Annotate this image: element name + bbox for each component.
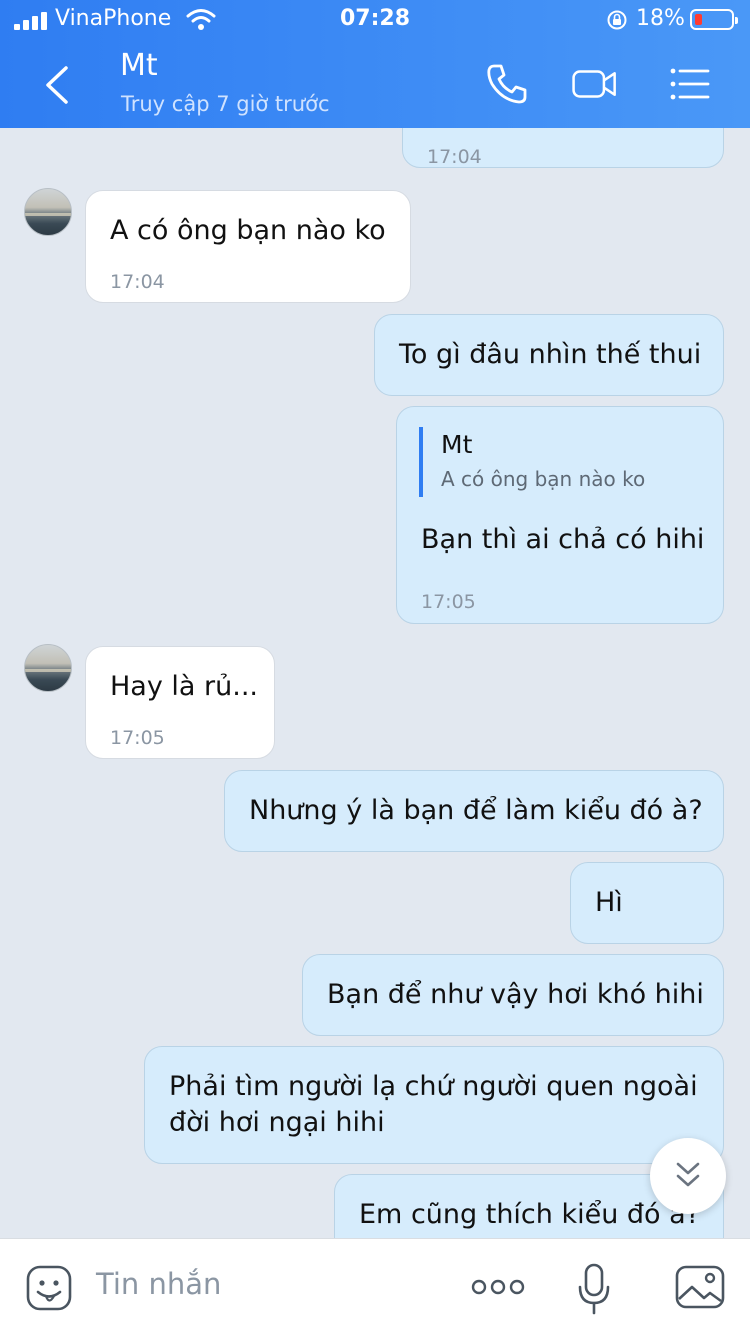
- message-text: Nhưng ý là bạn để làm kiểu đó à?: [249, 795, 703, 826]
- message-input[interactable]: Tin nhắn: [96, 1267, 221, 1301]
- message-text: A có ông bạn nào ko: [110, 215, 386, 246]
- message-bubble-outgoing[interactable]: To gì đâu nhìn thế thui: [374, 314, 724, 396]
- quoted-sender: Mt: [441, 430, 473, 459]
- message-list[interactable]: 17:04 A có ông bạn nào ko 17:04 To gì đâ…: [0, 128, 750, 1238]
- message-time: 17:04: [110, 271, 165, 293]
- message-text: Hì: [595, 887, 623, 918]
- microphone-icon[interactable]: [574, 1261, 614, 1317]
- more-icon[interactable]: [470, 1273, 526, 1301]
- avatar[interactable]: [24, 188, 72, 236]
- rotation-lock-icon: [607, 10, 627, 30]
- quoted-message[interactable]: Mt A có ông bạn nào ko: [419, 427, 645, 497]
- message-text: Bạn thì ai chả có hihi: [421, 524, 705, 555]
- message-time: 17:05: [421, 591, 476, 613]
- message-text: To gì đâu nhìn thế thui: [399, 339, 702, 370]
- message-text-line: đời hơi ngại hihi: [169, 1107, 385, 1138]
- message-bubble-outgoing[interactable]: Mt A có ông bạn nào ko Bạn thì ai chả có…: [396, 406, 724, 624]
- last-seen-status: Truy cập 7 giờ trước: [121, 92, 330, 116]
- message-text-line: Phải tìm người lạ chứ người quen ngoài: [169, 1071, 698, 1102]
- phone-icon[interactable]: [482, 60, 532, 108]
- menu-icon[interactable]: [666, 60, 716, 108]
- message-input-bar: Tin nhắn: [0, 1238, 750, 1334]
- video-icon[interactable]: [570, 60, 620, 108]
- chat-header: VinaPhone 07:28 18% Mt Truy cập 7 giờ tr…: [0, 0, 750, 128]
- battery-percent: 18%: [636, 6, 685, 31]
- message-time: 17:04: [427, 146, 482, 168]
- message-text: Hay là rủ...: [110, 671, 258, 702]
- image-icon[interactable]: [674, 1263, 726, 1311]
- message-text: Bạn để như vậy hơi khó hihi: [327, 979, 704, 1010]
- message-bubble-outgoing[interactable]: Bạn để như vậy hơi khó hihi: [302, 954, 724, 1036]
- back-icon[interactable]: [36, 60, 80, 110]
- chevron-double-down-icon: [676, 1162, 700, 1187]
- message-bubble-outgoing[interactable]: Hì: [570, 862, 724, 944]
- message-bubble-outgoing[interactable]: 17:04: [402, 128, 724, 168]
- message-bubble-incoming[interactable]: A có ông bạn nào ko 17:04: [85, 190, 411, 303]
- message-text: Em cũng thích kiểu đó à?: [359, 1199, 701, 1230]
- sticker-icon[interactable]: [24, 1263, 74, 1313]
- scroll-to-bottom-button[interactable]: [650, 1138, 726, 1214]
- message-time: 17:05: [110, 727, 165, 749]
- battery-icon: [690, 9, 738, 30]
- avatar[interactable]: [24, 644, 72, 692]
- message-bubble-outgoing[interactable]: Phải tìm người lạ chứ người quen ngoài đ…: [144, 1046, 724, 1164]
- contact-name[interactable]: Mt: [120, 48, 158, 83]
- message-bubble-incoming[interactable]: Hay là rủ... 17:05: [85, 646, 275, 759]
- quoted-text: A có ông bạn nào ko: [441, 467, 646, 491]
- message-bubble-outgoing[interactable]: Nhưng ý là bạn để làm kiểu đó à?: [224, 770, 724, 852]
- status-bar: VinaPhone 07:28 18%: [0, 0, 750, 40]
